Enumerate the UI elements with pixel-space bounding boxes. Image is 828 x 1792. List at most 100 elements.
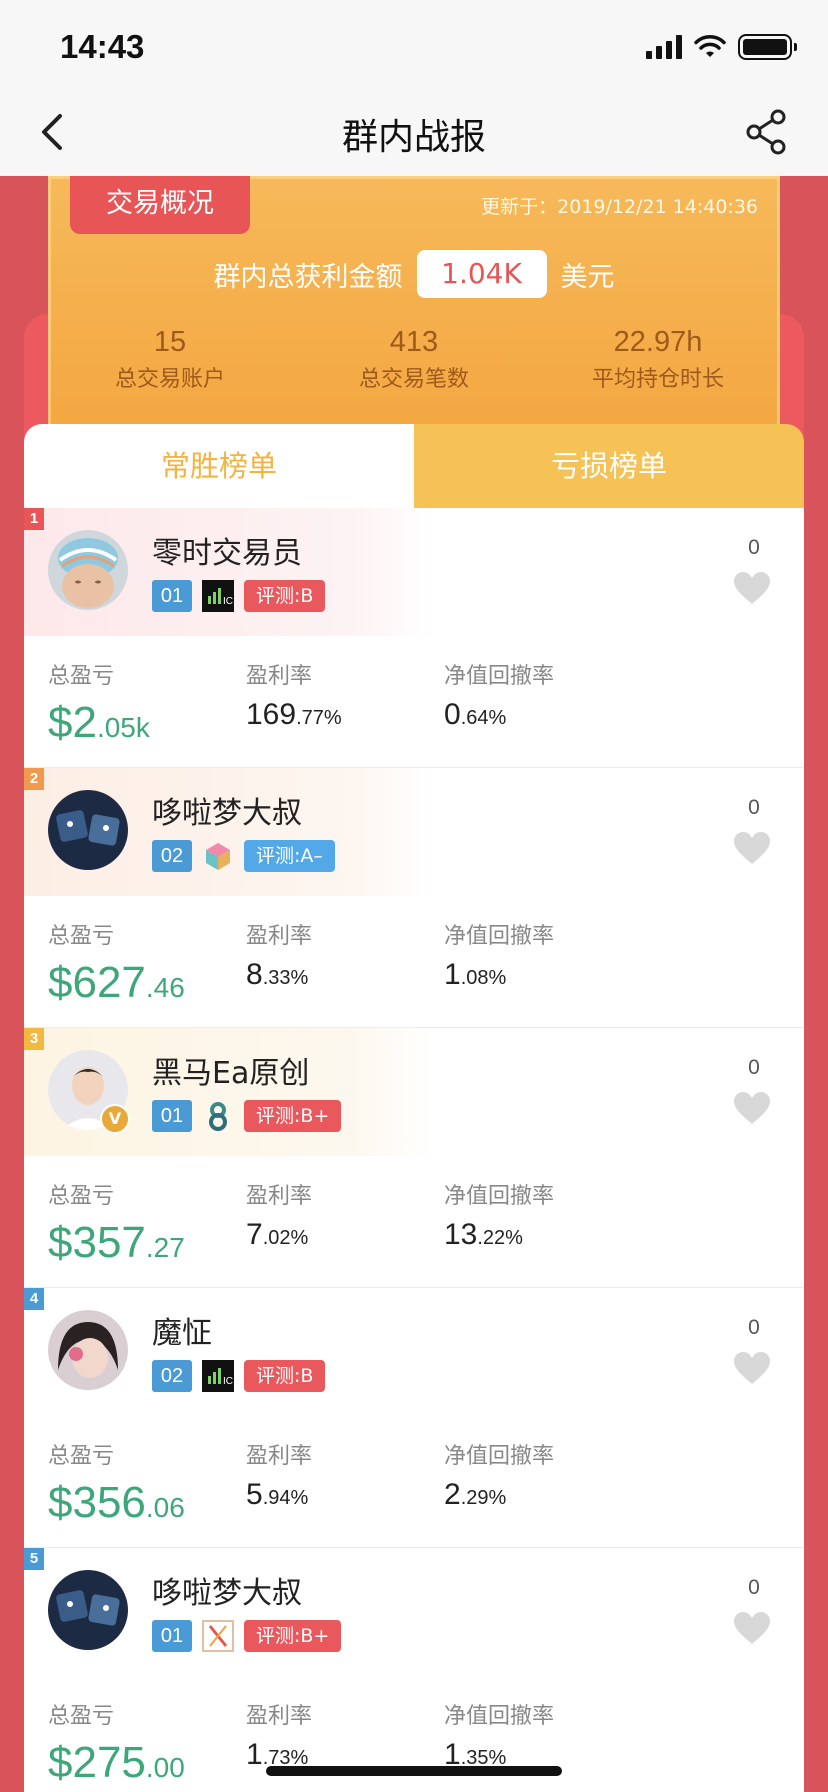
trader-badges: 02 评测:A– <box>152 840 335 872</box>
status-icons <box>646 34 797 60</box>
avatar[interactable] <box>48 790 128 870</box>
list-item[interactable]: 1 零时交易员 01 IC 评测:B 0 总盈亏 $2.05k 盈利率 169.… <box>24 508 804 768</box>
stat-trades: 413 总交易笔数 <box>292 326 536 393</box>
metric-value: $356.06 <box>48 1478 185 1527</box>
metric-label: 净值回撤率 <box>444 1704 555 1729</box>
cube-logo-icon <box>206 843 230 870</box>
cellular-signal-icon <box>646 35 682 59</box>
home-indicator[interactable] <box>266 1766 562 1776</box>
x-logo-icon <box>202 1620 234 1652</box>
trader-name: 黑马Ea原创 <box>152 1056 310 1091</box>
stat-value: 413 <box>389 326 439 358</box>
trader-badges: 02 IC 评测:B <box>152 1360 326 1392</box>
item-header: 3 V 黑马Ea原创 01 评测:B+ <box>24 1028 434 1156</box>
trader-badges: 01 评测:B+ <box>152 1100 342 1132</box>
metric-profit-rate: 盈利率 8.33% <box>246 918 444 1008</box>
metric-value: 7.02% <box>246 1218 309 1251</box>
stat-avg-hold: 22.97h 平均持仓时长 <box>536 326 780 393</box>
rank-badge: 5 <box>24 1548 44 1570</box>
avatar[interactable] <box>48 530 128 610</box>
metric-label: 盈利率 <box>246 924 313 949</box>
status-time: 14:43 <box>60 28 145 65</box>
total-profit-value: 1.04K <box>416 250 547 298</box>
heart-icon[interactable] <box>732 1350 772 1386</box>
metric-total-profit: 总盈亏 $627.46 <box>48 918 246 1008</box>
heart-icon[interactable] <box>732 570 772 606</box>
grade-badge: 评测:A– <box>244 840 335 872</box>
list-item[interactable]: 3 V 黑马Ea原创 01 评测:B+ 0 总盈亏 $357.27 盈利率 7. <box>24 1028 804 1288</box>
heart-icon[interactable] <box>732 830 772 866</box>
metric-value: 1.08% <box>444 958 507 991</box>
metrics: 总盈亏 $2.05k 盈利率 169.77% 净值回撤率 0.64% <box>48 658 642 748</box>
trader-name: 哆啦梦大叔 <box>152 1576 302 1611</box>
metric-label: 盈利率 <box>246 1444 313 1469</box>
stat-label: 总交易笔数 <box>358 367 469 392</box>
stat-value: 15 <box>153 326 187 358</box>
metric-value: 8.33% <box>246 958 309 991</box>
item-header: 2 哆啦梦大叔 02 评测:A– <box>24 768 434 896</box>
metric-label: 盈利率 <box>246 1184 313 1209</box>
metric-profit-rate: 盈利率 5.94% <box>246 1438 444 1528</box>
metric-value: 5.94% <box>246 1478 309 1511</box>
broker-logo-icon: IC <box>202 1360 234 1392</box>
rank-badge: 4 <box>24 1288 44 1310</box>
avatar[interactable] <box>48 1570 128 1650</box>
tab-winners[interactable]: 常胜榜单 <box>24 424 414 508</box>
top-bar: 14:43 群内战报 <box>0 0 828 176</box>
likes: 0 <box>734 1056 774 1126</box>
trader-name: 零时交易员 <box>152 536 302 571</box>
update-time: 更新于：2019/12/21 14:40:36 <box>481 196 758 218</box>
ranking-list: 1 零时交易员 01 IC 评测:B 0 总盈亏 $2.05k 盈利率 169.… <box>24 508 804 1792</box>
likes-count: 0 <box>748 1316 760 1339</box>
battery-icon <box>738 34 797 60</box>
metrics: 总盈亏 $357.27 盈利率 7.02% 净值回撤率 13.22% <box>48 1178 642 1268</box>
page-title: 群内战报 <box>341 117 486 158</box>
metric-value: $627.46 <box>48 958 185 1007</box>
metric-drawdown: 净值回撤率 1.08% <box>444 918 642 1008</box>
trade-overview-panel: 交易概况 更新于：2019/12/21 14:40:36 群内总获利金额 1.0… <box>48 176 780 442</box>
overview-tab-label: 交易概况 <box>70 176 250 234</box>
wifi-icon <box>694 35 726 57</box>
ranking-tabs: 常胜榜单 亏损榜单 <box>24 424 804 508</box>
total-profit-label: 群内总获利金额 <box>213 261 403 293</box>
account-number-badge: 01 <box>152 580 192 612</box>
heart-icon[interactable] <box>732 1610 772 1646</box>
metric-total-profit: 总盈亏 $356.06 <box>48 1438 246 1528</box>
share-icon[interactable] <box>744 108 788 156</box>
metric-label: 总盈亏 <box>48 1184 115 1209</box>
trader-name: 哆啦梦大叔 <box>152 796 302 831</box>
likes: 0 <box>734 796 774 866</box>
metric-value: 169.77% <box>246 698 342 731</box>
list-item[interactable]: 5 哆啦梦大叔 01 评测:B+ 0 总盈亏 $275.00 盈利率 1.73% <box>24 1548 804 1792</box>
likes-count: 0 <box>748 1576 760 1599</box>
metric-value: 0.64% <box>444 698 507 731</box>
metrics: 总盈亏 $627.46 盈利率 8.33% 净值回撤率 1.08% <box>48 918 642 1008</box>
metric-total-profit: 总盈亏 $2.05k <box>48 658 246 748</box>
grade-badge: 评测:B+ <box>244 1100 342 1132</box>
metric-drawdown: 净值回撤率 2.29% <box>444 1438 642 1528</box>
metric-value: $357.27 <box>48 1218 185 1267</box>
metric-label: 总盈亏 <box>48 924 115 949</box>
likes-count: 0 <box>748 796 760 819</box>
account-number-badge: 02 <box>152 1360 192 1392</box>
metric-label: 净值回撤率 <box>444 924 555 949</box>
tab-losers[interactable]: 亏损榜单 <box>414 424 804 508</box>
rank-badge: 1 <box>24 508 44 530</box>
metric-profit-rate: 盈利率 7.02% <box>246 1178 444 1268</box>
metric-value: 2.29% <box>444 1478 507 1511</box>
list-item[interactable]: 2 哆啦梦大叔 02 评测:A– 0 总盈亏 $627.46 盈利率 8.33% <box>24 768 804 1028</box>
trader-badges: 01 评测:B+ <box>152 1620 342 1652</box>
likes: 0 <box>734 1576 774 1646</box>
stat-label: 平均持仓时长 <box>591 367 724 392</box>
avatar[interactable] <box>48 1310 128 1390</box>
metric-label: 盈利率 <box>246 1704 313 1729</box>
grade-badge: 评测:B <box>244 580 326 612</box>
metric-label: 净值回撤率 <box>444 1444 555 1469</box>
metric-label: 盈利率 <box>246 664 313 689</box>
heart-icon[interactable] <box>732 1090 772 1126</box>
metric-label: 净值回撤率 <box>444 1184 555 1209</box>
list-item[interactable]: 4 魔怔 02 IC 评测:B 0 总盈亏 $356.06 盈利率 5.94% <box>24 1288 804 1548</box>
metric-value: 13.22% <box>444 1218 523 1251</box>
stat-label: 总交易账户 <box>114 367 225 392</box>
likes: 0 <box>734 1316 774 1386</box>
